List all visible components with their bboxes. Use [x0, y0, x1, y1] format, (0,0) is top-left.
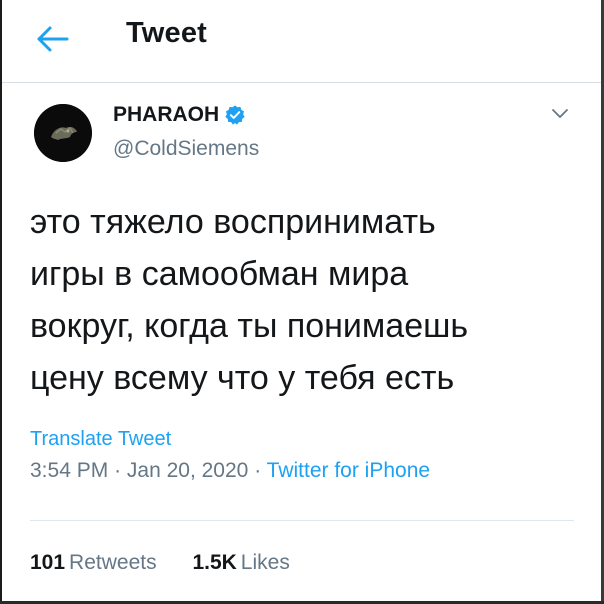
top-bar: Tweet [2, 0, 601, 83]
tweet-line: это тяжело воспринимать [30, 203, 436, 241]
likes-stat[interactable]: 1.5K Likes [192, 551, 289, 575]
page-title: Tweet [126, 17, 208, 49]
tweet-line: игры в самообман мира [30, 255, 409, 293]
meta-separator: · [114, 459, 122, 482]
retweets-stat[interactable]: 101 Retweets [30, 551, 157, 575]
tweet-line: цену всему что у тебя есть [30, 359, 455, 397]
avatar[interactable] [34, 104, 92, 162]
engagement-stats: 101 Retweets 1.5K Likes [30, 551, 290, 575]
author-display-name[interactable]: PHARAOH [113, 103, 219, 127]
retweets-count: 101 [30, 551, 66, 574]
tweet-line: вокруг, когда ты понимаешь [30, 307, 469, 345]
avatar-image [34, 104, 92, 162]
divider [30, 520, 574, 521]
likes-label: Likes [240, 551, 290, 574]
tweet-metadata: 3:54 PM · Jan 20, 2020 · Twitter for iPh… [30, 459, 430, 483]
tweet-screen: Tweet PHARAOH @ColdSiemens это тяжело во… [0, 0, 604, 604]
arrow-left-icon[interactable] [34, 24, 70, 54]
tweet-text: это тяжело воспринимать игры в самообман… [30, 196, 590, 404]
likes-count: 1.5K [192, 551, 237, 574]
chevron-down-icon[interactable] [551, 106, 569, 120]
verified-badge-icon [225, 105, 245, 125]
translate-tweet-link[interactable]: Translate Tweet [30, 428, 171, 451]
meta-separator: · [254, 459, 262, 482]
left-edge [0, 0, 2, 604]
tweet-date: Jan 20, 2020 [126, 459, 249, 482]
tweet-time: 3:54 PM [30, 459, 109, 482]
author-handle[interactable]: @ColdSiemens [113, 137, 259, 161]
tweet-source-link[interactable]: Twitter for iPhone [267, 459, 430, 482]
author-name-row[interactable]: PHARAOH [113, 103, 246, 127]
retweets-label: Retweets [69, 551, 157, 574]
